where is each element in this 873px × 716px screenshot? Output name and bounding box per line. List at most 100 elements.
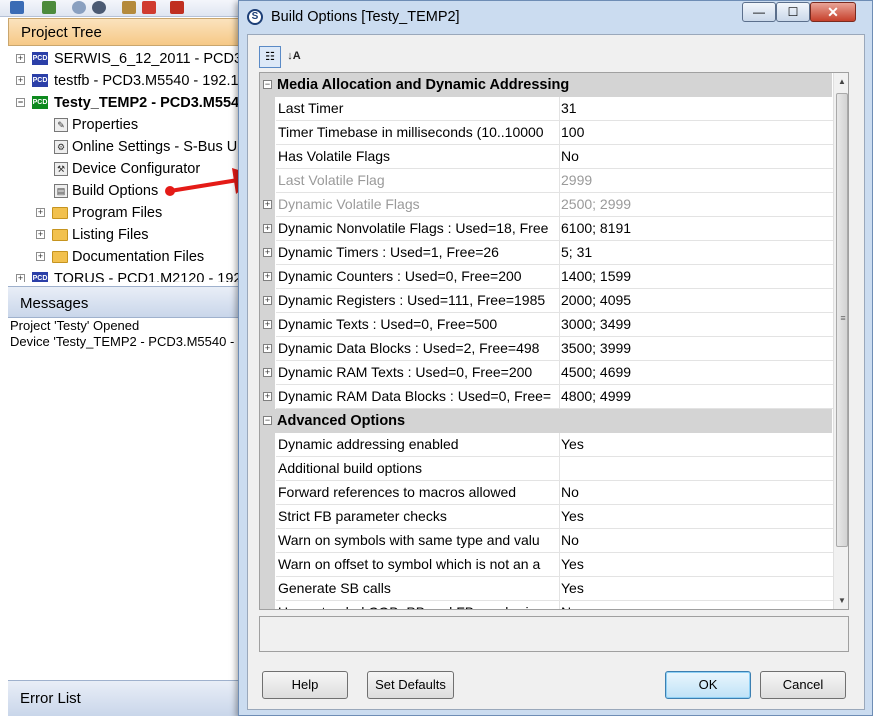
close-button[interactable]: ✕ <box>810 2 856 22</box>
property-value[interactable]: Yes <box>558 577 834 601</box>
property-value[interactable]: 31 <box>558 97 834 121</box>
expand-icon[interactable]: + <box>263 392 272 401</box>
toolbar-refresh-icon[interactable] <box>72 1 86 14</box>
property-value[interactable]: 1400; 1599 <box>558 265 834 289</box>
row-margin <box>260 601 275 609</box>
property-row[interactable]: Warn on offset to symbol which is not an… <box>260 553 834 577</box>
minimize-button[interactable]: — <box>742 2 776 22</box>
toolbar-stop-icon[interactable] <box>92 1 106 14</box>
property-row[interactable]: Dynamic addressing enabled Yes <box>260 433 834 457</box>
property-value[interactable]: 3500; 3999 <box>558 337 834 361</box>
property-value[interactable]: 4500; 4699 <box>558 361 834 385</box>
property-row[interactable]: Additional build options <box>260 457 834 481</box>
property-value[interactable]: Yes <box>558 505 834 529</box>
property-row[interactable]: + Dynamic Volatile Flags 2500; 2999 <box>260 193 834 217</box>
property-value[interactable]: 100 <box>558 121 834 145</box>
property-value[interactable]: 4800; 4999 <box>558 385 834 409</box>
toolbar-bug-icon[interactable] <box>142 1 156 14</box>
dialog-titlebar[interactable]: S Build Options [Testy_TEMP2] — ☐ ✕ <box>239 1 872 33</box>
messages-header: Messages <box>8 286 240 318</box>
property-category[interactable]: − Media Allocation and Dynamic Addressing <box>260 73 832 97</box>
property-value[interactable]: No <box>558 145 834 169</box>
vertical-scrollbar[interactable]: ▲ ≡ ▼ <box>833 73 848 609</box>
expand-icon[interactable]: + <box>36 208 45 217</box>
property-row[interactable]: + Dynamic RAM Data Blocks : Used=0, Free=… <box>260 385 834 409</box>
set-defaults-button[interactable]: Set Defaults <box>367 671 454 699</box>
expand-icon[interactable]: + <box>263 224 272 233</box>
alphabetical-sort-button[interactable]: ↓A <box>283 46 305 68</box>
expand-icon[interactable]: + <box>16 274 25 282</box>
property-name: Forward references to macros allowed <box>276 481 560 505</box>
scroll-down-icon[interactable]: ▼ <box>834 592 848 609</box>
property-row[interactable]: Has Volatile Flags No <box>260 145 834 169</box>
row-margin: + <box>260 217 275 241</box>
property-value[interactable]: 2000; 4095 <box>558 289 834 313</box>
property-row[interactable]: Strict FB parameter checks Yes <box>260 505 834 529</box>
property-row[interactable]: Use extended COB, PB and FB numberingNo <box>260 601 834 609</box>
expand-icon[interactable]: + <box>36 230 45 239</box>
property-row[interactable]: Timer Timebase in milliseconds (10..1000… <box>260 121 834 145</box>
project-tree: + PCD SERWIS_6_12_2011 - PCD3.M + PCD te… <box>8 46 240 282</box>
property-value[interactable]: 3000; 3499 <box>558 313 834 337</box>
dialog-client-area: ☷ ↓A − Media Allocation and Dynamic Addre… <box>247 34 865 710</box>
property-row[interactable]: Warn on symbols with same type and valu N… <box>260 529 834 553</box>
property-row[interactable]: + Dynamic Registers : Used=111, Free=1985… <box>260 289 834 313</box>
property-row[interactable]: Forward references to macros allowed No <box>260 481 834 505</box>
collapse-icon[interactable]: − <box>263 80 272 89</box>
collapse-icon[interactable]: − <box>16 98 25 107</box>
tree-node-label: Properties <box>72 117 139 133</box>
expand-icon[interactable]: + <box>263 320 272 329</box>
property-row[interactable]: + Dynamic Data Blocks : Used=2, Free=498 3… <box>260 337 834 361</box>
property-name: Dynamic RAM Data Blocks : Used=0, Free= <box>276 385 560 409</box>
property-value[interactable]: No <box>558 529 834 553</box>
property-row[interactable]: + Dynamic Texts : Used=0, Free=500 3000; 3… <box>260 313 834 337</box>
collapse-icon[interactable]: − <box>263 416 272 425</box>
error-list-header[interactable]: Error List <box>8 680 240 716</box>
toolbar-run-icon[interactable] <box>122 1 136 14</box>
expand-icon[interactable]: + <box>263 368 272 377</box>
expand-icon[interactable]: + <box>263 272 272 281</box>
property-name: Use extended COB, PB and FB numbering <box>276 601 560 609</box>
pcd-device-icon: PCD <box>32 272 48 282</box>
tree-node-label: SERWIS_6_12_2011 - PCD3.M <box>54 51 240 67</box>
toolbar-device-icon[interactable] <box>10 1 24 14</box>
property-row[interactable]: Last Volatile Flag 2999 <box>260 169 834 193</box>
property-value[interactable]: Yes <box>558 553 834 577</box>
property-row[interactable]: + Dynamic Counters : Used=0, Free=200 1400… <box>260 265 834 289</box>
property-value[interactable] <box>558 457 834 481</box>
maximize-button[interactable]: ☐ <box>776 2 810 22</box>
message-line: Project 'Testy' Opened <box>10 318 140 333</box>
property-value[interactable]: 6100; 8191 <box>558 217 834 241</box>
help-button[interactable]: Help <box>262 671 348 699</box>
expand-icon[interactable]: + <box>263 344 272 353</box>
ok-button[interactable]: OK <box>665 671 751 699</box>
property-row[interactable]: + Dynamic Nonvolatile Flags : Used=18, Fr… <box>260 217 834 241</box>
categorized-view-button[interactable]: ☷ <box>259 46 281 68</box>
property-value[interactable]: Yes <box>558 433 834 457</box>
expand-icon[interactable]: + <box>16 76 25 85</box>
property-value[interactable]: No <box>558 601 834 609</box>
expand-icon[interactable]: + <box>36 252 45 261</box>
property-row[interactable]: Last Timer 31 <box>260 97 834 121</box>
row-margin <box>260 145 275 169</box>
property-row[interactable]: + Dynamic RAM Texts : Used=0, Free=200 450… <box>260 361 834 385</box>
scroll-up-icon[interactable]: ▲ <box>834 73 848 90</box>
property-category[interactable]: − Advanced Options <box>260 409 832 433</box>
expand-icon[interactable]: + <box>16 54 25 63</box>
cancel-button[interactable]: Cancel <box>760 671 846 699</box>
expand-icon[interactable]: + <box>263 248 272 257</box>
expand-icon[interactable]: + <box>263 200 272 209</box>
app-logo-icon: S <box>247 9 263 25</box>
expand-icon[interactable]: + <box>263 296 272 305</box>
property-row[interactable]: Generate SB calls Yes <box>260 577 834 601</box>
property-value[interactable]: 5; 31 <box>558 241 834 265</box>
toolbar-warning-icon[interactable] <box>170 1 184 14</box>
scrollbar-thumb[interactable]: ≡ <box>836 93 848 547</box>
toolbar-network-icon[interactable] <box>42 1 56 14</box>
property-row[interactable]: + Dynamic Timers : Used=1, Free=26 5; 31 <box>260 241 834 265</box>
tree-node-label: testfb - PCD3.M5540 - 192.1 <box>54 73 239 89</box>
project-tree-header: Project Tree <box>8 18 240 46</box>
property-description-pane <box>259 616 849 652</box>
project-tree-title: Project Tree <box>21 24 102 41</box>
property-value[interactable]: No <box>558 481 834 505</box>
